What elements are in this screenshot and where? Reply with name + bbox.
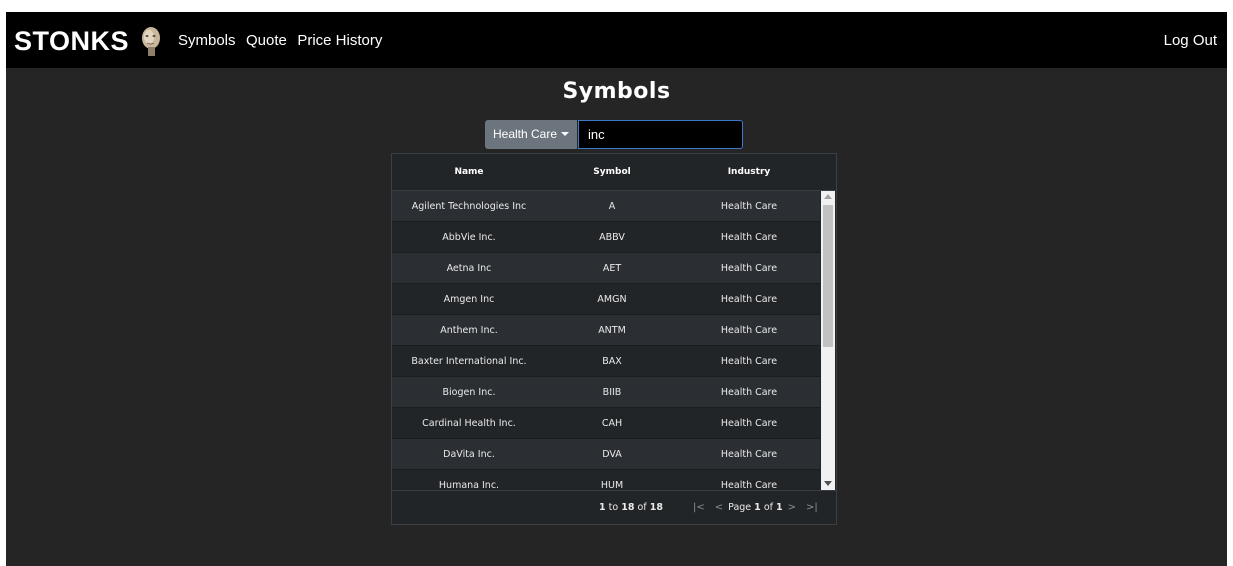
cell-industry: Health Care xyxy=(720,387,778,398)
table-row[interactable]: Amgen Inc AMGN Health Care xyxy=(392,284,820,315)
scroll-up-arrow-icon[interactable] xyxy=(824,194,832,199)
cell-industry: Health Care xyxy=(720,263,778,274)
summary-to-word: to xyxy=(608,502,619,513)
nav-link-price-history[interactable]: Price History xyxy=(297,32,382,49)
cell-name: Cardinal Health Inc. xyxy=(422,418,516,429)
cell-name: Biogen Inc. xyxy=(442,387,496,398)
summary-of-word: of xyxy=(637,502,647,513)
page-label: Page xyxy=(728,502,752,513)
caret-down-icon xyxy=(561,132,570,136)
cell-name: AbbVie Inc. xyxy=(442,232,496,243)
table-row[interactable]: Agilent Technologies Inc A Health Care xyxy=(392,191,820,222)
cell-name: Anthem Inc. xyxy=(440,325,498,336)
nav-links: Symbols Quote Price History xyxy=(178,32,388,50)
cell-symbol: AET xyxy=(602,263,622,274)
previous-page-icon[interactable]: < xyxy=(715,502,723,513)
cell-name: Amgen Inc xyxy=(443,294,495,305)
table-row[interactable]: DaVita Inc. DVA Health Care xyxy=(392,439,820,470)
cell-industry: Health Care xyxy=(720,449,778,460)
nav-link-symbols[interactable]: Symbols xyxy=(178,32,236,49)
page-total: 1 xyxy=(776,502,783,513)
logout-link[interactable]: Log Out xyxy=(1164,32,1217,49)
page-title: Symbols xyxy=(562,79,671,104)
cell-symbol: ANTM xyxy=(598,325,626,336)
table-row[interactable]: Baxter International Inc. BAX Health Car… xyxy=(392,346,820,377)
summary-from: 1 xyxy=(599,502,606,513)
column-header-symbol[interactable]: Symbol xyxy=(546,154,678,190)
summary-to: 18 xyxy=(621,502,635,513)
search-input[interactable] xyxy=(578,120,743,149)
cell-name: DaVita Inc. xyxy=(443,449,495,460)
cell-industry: Health Care xyxy=(720,232,778,243)
table-row[interactable]: Humana Inc. HUM Health Care xyxy=(392,470,820,490)
app-frame: STONKS Symbols Quote Price History Log O… xyxy=(6,12,1227,566)
cell-name: Aetna Inc xyxy=(446,263,492,274)
next-page-icon[interactable]: > xyxy=(788,502,796,513)
scrollbar-thumb[interactable] xyxy=(823,205,833,347)
cell-industry: Health Care xyxy=(720,201,778,212)
cell-symbol: DVA xyxy=(602,449,622,460)
grid-scrollbar[interactable] xyxy=(821,191,835,490)
meme-man-head-logo xyxy=(142,27,160,56)
cell-symbol: HUM xyxy=(600,480,624,490)
navbar: STONKS Symbols Quote Price History Log O… xyxy=(6,12,1227,68)
summary-total: 18 xyxy=(649,502,663,513)
cell-symbol: ABBV xyxy=(599,232,625,243)
cell-name: Agilent Technologies Inc xyxy=(411,201,527,212)
column-header-industry[interactable]: Industry xyxy=(678,154,820,190)
industry-dropdown-button[interactable]: Health Care xyxy=(485,120,577,149)
cell-industry: Health Care xyxy=(720,356,778,367)
table-row[interactable]: Anthem Inc. ANTM Health Care xyxy=(392,315,820,346)
first-page-icon[interactable]: |< xyxy=(693,502,705,513)
symbols-grid: Name Symbol Industry Agilent Technologie… xyxy=(391,153,837,525)
cell-symbol: BIIB xyxy=(602,387,622,398)
grid-body[interactable]: Agilent Technologies Inc A Health Care A… xyxy=(392,191,820,490)
brand-title[interactable]: STONKS xyxy=(14,26,129,57)
scroll-down-arrow-icon[interactable] xyxy=(824,481,832,486)
cell-symbol: BAX xyxy=(602,356,622,367)
nav-link-quote[interactable]: Quote xyxy=(246,32,287,49)
column-header-name[interactable]: Name xyxy=(392,154,546,190)
table-row[interactable]: Biogen Inc. BIIB Health Care xyxy=(392,377,820,408)
cell-name: Baxter International Inc. xyxy=(411,356,527,367)
cell-name: Humana Inc. xyxy=(438,480,500,490)
page-current: 1 xyxy=(754,502,761,513)
cell-symbol: CAH xyxy=(601,418,623,429)
cell-symbol: A xyxy=(608,201,616,212)
cell-industry: Health Care xyxy=(720,294,778,305)
grid-pagination-footer: 1 to 18 of 18 |< < Page 1 of 1 > >| xyxy=(392,490,836,524)
page-of-word: of xyxy=(763,502,773,513)
grid-header: Name Symbol Industry xyxy=(392,154,836,191)
pager: |< < Page 1 of 1 > >| xyxy=(688,491,823,524)
cell-industry: Health Care xyxy=(720,418,778,429)
row-count-summary: 1 to 18 of 18 xyxy=(599,491,663,524)
table-row[interactable]: Cardinal Health Inc. CAH Health Care xyxy=(392,408,820,439)
last-page-icon[interactable]: >| xyxy=(806,502,818,513)
table-row[interactable]: Aetna Inc AET Health Care xyxy=(392,253,820,284)
industry-dropdown-label: Health Care xyxy=(492,127,558,141)
table-row[interactable]: AbbVie Inc. ABBV Health Care xyxy=(392,222,820,253)
cell-industry: Health Care xyxy=(720,480,778,490)
cell-symbol: AMGN xyxy=(597,294,627,305)
cell-industry: Health Care xyxy=(720,325,778,336)
